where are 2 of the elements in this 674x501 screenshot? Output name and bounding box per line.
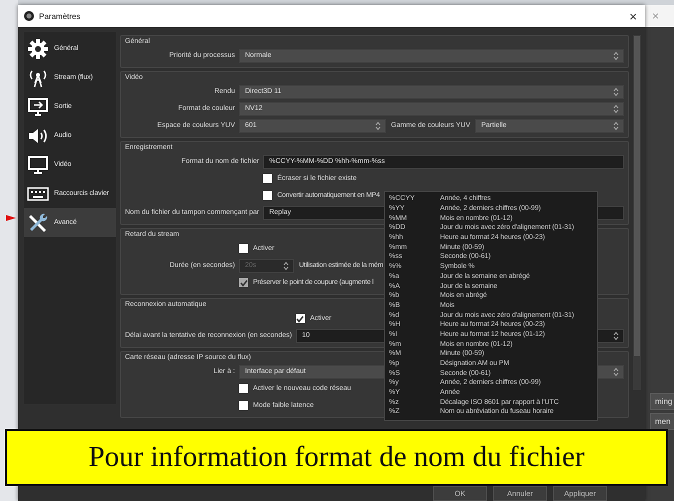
window-title: Paramètres bbox=[39, 12, 82, 20]
caption-banner: Pour information format de nom du fichier bbox=[5, 429, 668, 486]
